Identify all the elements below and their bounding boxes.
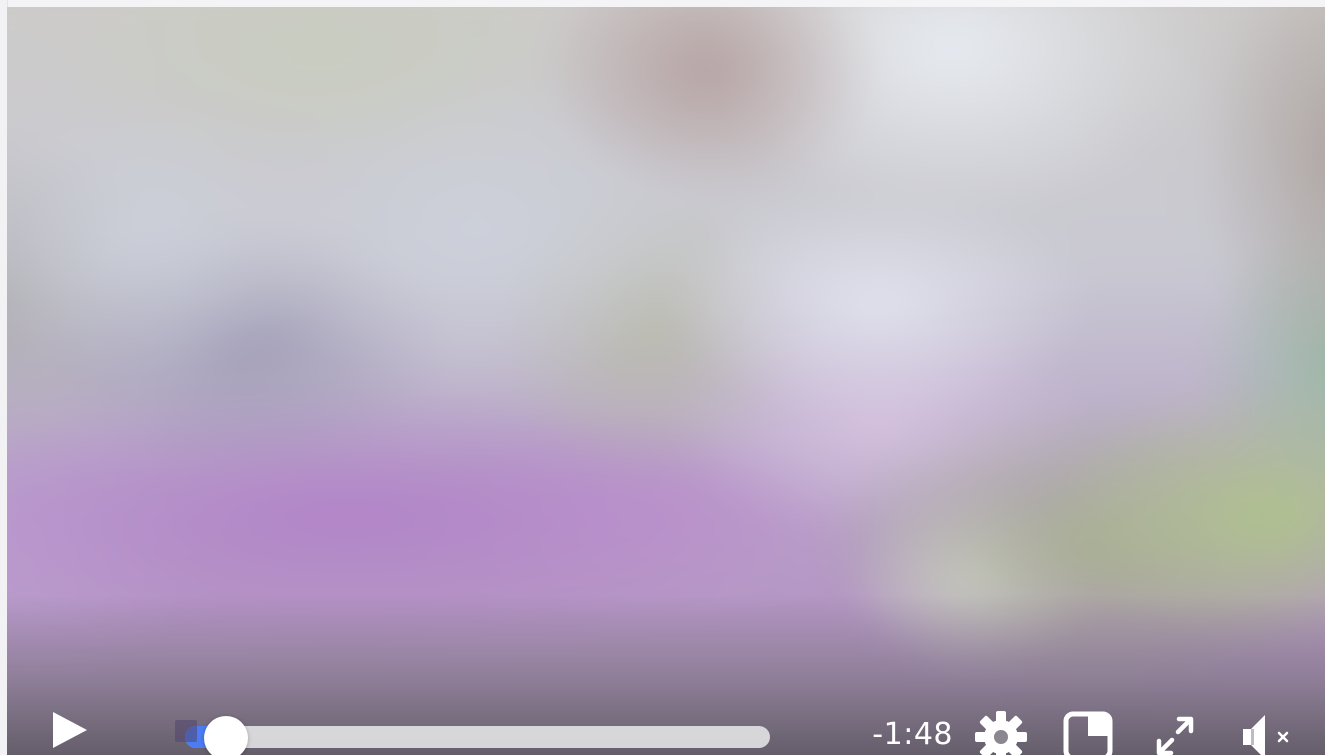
- seek-buffer-marker: [175, 720, 197, 742]
- mute-button[interactable]: [1231, 711, 1291, 755]
- play-icon: [53, 712, 87, 748]
- fullscreen-button[interactable]: [1149, 711, 1201, 755]
- picture-in-picture-icon: [1063, 711, 1113, 755]
- settings-button[interactable]: [975, 711, 1027, 755]
- play-button[interactable]: [47, 708, 91, 752]
- speaker-muted-icon: [1243, 715, 1289, 755]
- picture-in-picture-button[interactable]: [1063, 711, 1115, 755]
- page: -1:48: [0, 0, 1325, 755]
- expand-icon: [1156, 716, 1194, 755]
- seek-thumb[interactable]: [203, 716, 248, 755]
- seek-bar[interactable]: [175, 716, 770, 755]
- seek-track: [185, 726, 770, 748]
- time-remaining: -1:48: [872, 717, 953, 752]
- gear-icon: [975, 711, 1027, 755]
- video-player[interactable]: -1:48: [7, 7, 1325, 755]
- control-bar: -1:48: [7, 645, 1325, 755]
